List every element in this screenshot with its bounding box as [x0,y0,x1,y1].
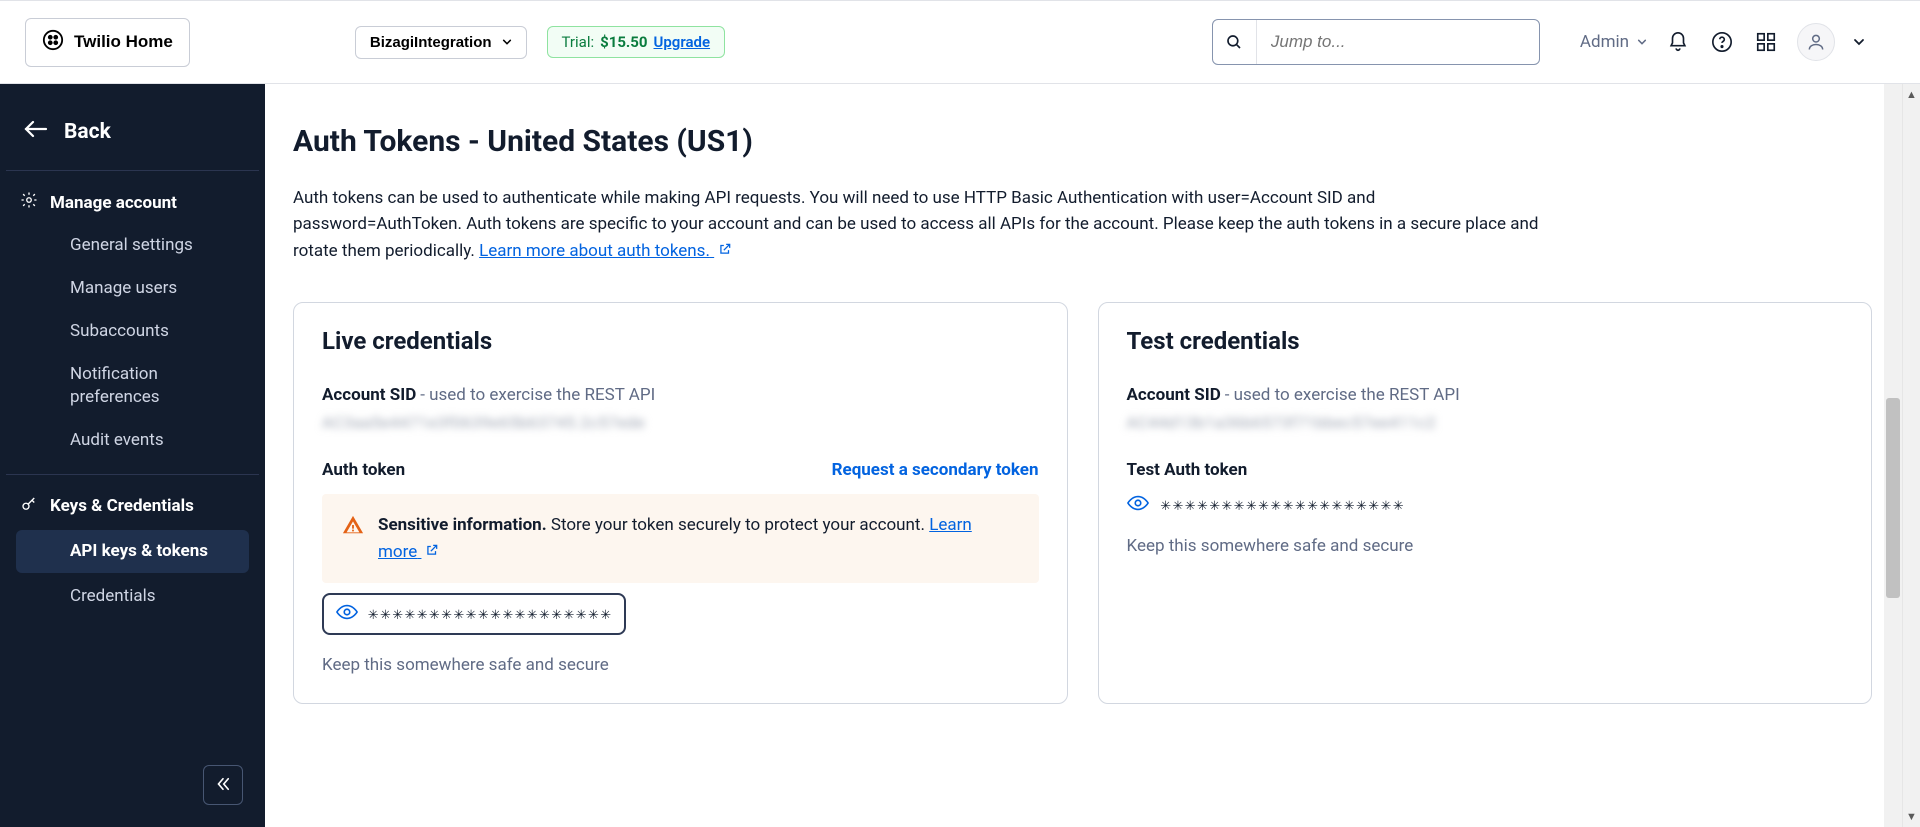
learn-more-label: Learn more about auth tokens. [479,241,710,261]
trial-prefix: Trial: [562,33,595,51]
test-token-masked: ✳✳✳✳✳✳✳✳✳✳✳✳✳✳✳✳✳✳✳✳ [1161,495,1406,515]
topbar-right: Admin [1580,23,1865,61]
learn-more-auth-tokens-link[interactable]: Learn more about auth tokens. [479,241,732,261]
request-secondary-token-link[interactable]: Request a secondary token [832,460,1039,480]
chevron-down-icon [502,34,512,51]
sidebar-item-audit-events[interactable]: Audit events [0,419,265,462]
sidebar-item-api-keys-tokens[interactable]: API keys & tokens [16,530,249,573]
collapse-sidebar-button[interactable] [203,765,243,805]
key-icon [20,495,38,518]
account-name: BizagiIntegration [370,34,492,51]
topbar: Twilio Home BizagiIntegration Trial: $15… [0,0,1920,84]
admin-label: Admin [1580,32,1629,52]
test-token-field[interactable]: ✳✳✳✳✳✳✳✳✳✳✳✳✳✳✳✳✳✳✳✳ [1127,494,1844,516]
eye-icon[interactable] [1127,494,1149,516]
chevron-down-icon[interactable] [1853,33,1865,52]
test-sid-desc: - used to exercise the REST API [1225,385,1460,405]
external-link-icon [718,238,732,264]
test-sid-value: AC44d13b1a36b6573f71bbec57ee411c2 [1127,413,1844,432]
info-bold: Sensitive information. [378,515,547,535]
apps-grid-icon[interactable] [1753,29,1779,55]
sidebar-item-general-settings[interactable]: General settings [0,224,265,267]
page-title: Auth Tokens - United States (US1) [293,124,1872,159]
upgrade-link[interactable]: Upgrade [654,33,711,51]
sidebar-item-manage-users[interactable]: Manage users [0,267,265,310]
warning-icon [342,514,364,536]
notifications-icon[interactable] [1665,29,1691,55]
live-token-masked: ✳✳✳✳✳✳✳✳✳✳✳✳✳✳✳✳✳✳✳✳ [368,604,613,624]
external-link-icon [425,539,439,565]
info-text: Store your token securely to protect you… [551,515,929,535]
sidebar-item-notification-preferences[interactable]: Notification preferences [0,353,265,419]
test-heading: Test credentials [1127,327,1844,355]
test-auth-label: Test Auth token [1127,460,1248,480]
scroll-up-arrow-icon[interactable]: ▲ [1906,84,1917,105]
user-avatar[interactable] [1797,23,1835,61]
jump-to-search[interactable] [1212,19,1540,65]
section-keys-credentials[interactable]: Keys & Credentials [0,485,265,528]
sensitive-info-callout: Sensitive information. Store your token … [322,494,1039,583]
search-icon [1213,20,1257,64]
home-label: Twilio Home [74,32,173,52]
eye-icon[interactable] [336,603,358,625]
account-dropdown[interactable]: BizagiIntegration [355,26,527,59]
test-hint: Keep this somewhere safe and secure [1127,536,1844,556]
section-label: Manage account [50,193,177,213]
test-credentials-card: Test credentials Account SID - used to e… [1098,302,1873,704]
live-token-field[interactable]: ✳✳✳✳✳✳✳✳✳✳✳✳✳✳✳✳✳✳✳✳ [322,593,626,635]
live-sid-value: AC3aa5e4471e3f0639e65b63745.2c57ede [322,413,1039,432]
section-manage-account[interactable]: Manage account [0,181,265,224]
live-sid-desc: - used to exercise the REST API [420,385,655,405]
search-input[interactable] [1257,32,1539,52]
live-sid-label: Account SID [322,385,416,405]
scroll-down-arrow-icon[interactable]: ▼ [1906,806,1917,827]
sidebar-item-credentials[interactable]: Credentials [0,575,265,618]
page-description: Auth tokens can be used to authenticate … [293,185,1543,264]
sidebar-item-subaccounts[interactable]: Subaccounts [0,310,265,353]
test-sid-label: Account SID [1127,385,1221,405]
live-auth-label: Auth token [322,460,405,480]
live-heading: Live credentials [322,327,1039,355]
back-button[interactable]: Back [0,112,265,164]
gear-icon [20,191,38,214]
admin-dropdown[interactable]: Admin [1580,32,1647,52]
trial-badge: Trial: $15.50 Upgrade [547,26,726,58]
live-credentials-card: Live credentials Account SID - used to e… [293,302,1068,704]
main-scrollbar-thumb[interactable] [1886,398,1900,598]
section-label: Keys & Credentials [50,496,194,516]
live-hint: Keep this somewhere safe and secure [322,655,1039,675]
chevrons-left-icon [214,775,232,796]
chevron-down-icon [1637,32,1647,52]
arrow-left-icon [24,120,48,144]
trial-amount: $15.50 [600,33,647,51]
twilio-logo-icon [42,29,64,56]
help-icon[interactable] [1709,29,1735,55]
twilio-home-button[interactable]: Twilio Home [25,18,190,67]
window-scrollbar[interactable]: ▲ ▼ [1902,84,1920,827]
main-content: Auth Tokens - United States (US1) Auth t… [265,84,1902,827]
sidebar: Back Manage account General settings Man… [0,84,265,827]
back-label: Back [64,120,111,144]
